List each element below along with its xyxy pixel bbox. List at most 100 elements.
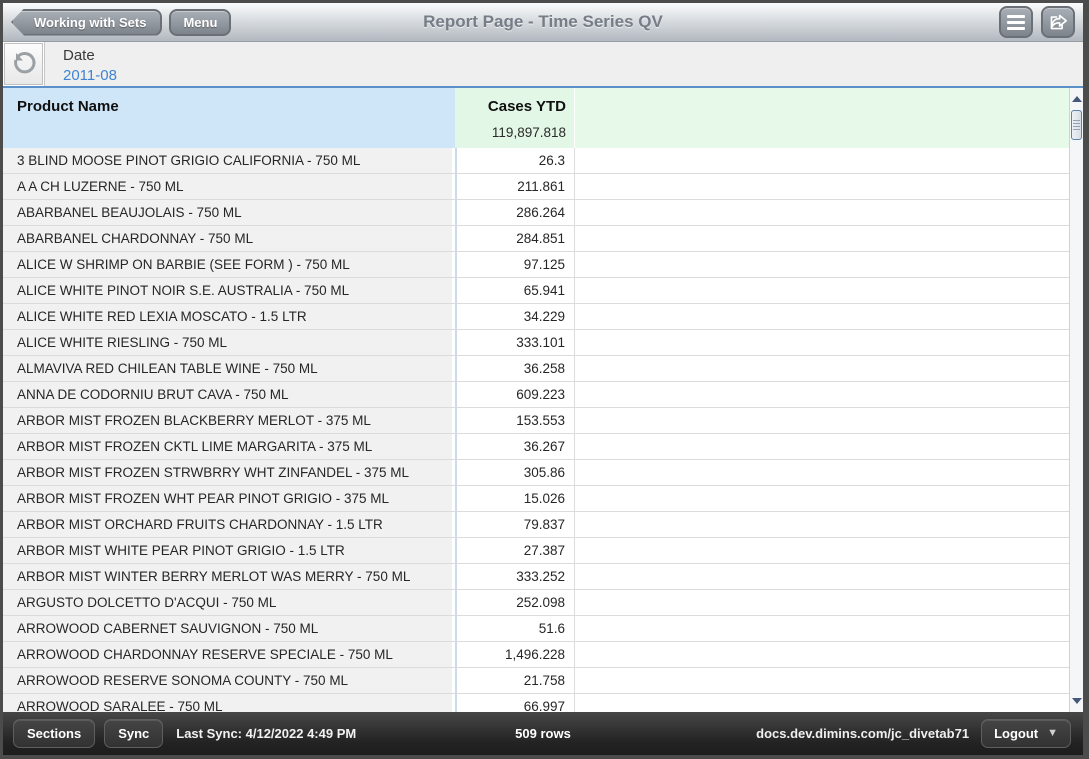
table-row[interactable]: ARROWOOD RESERVE SONOMA COUNTY - 750 ML 2… — [3, 668, 1069, 694]
scroll-up-button[interactable] — [1070, 92, 1083, 106]
product-name-cell: ARBOR MIST ORCHARD FRUITS CHARDONNAY - 1… — [3, 512, 455, 537]
empty-cell — [574, 174, 1069, 199]
table-row[interactable]: ALICE W SHRIMP ON BARBIE (SEE FORM ) - 7… — [3, 252, 1069, 278]
reset-filter-button[interactable] — [3, 42, 45, 86]
empty-cell — [574, 200, 1069, 225]
product-name-cell: ALMAVIVA RED CHILEAN TABLE WINE - 750 ML — [3, 356, 455, 381]
filter-bar: Date 2011-08 — [3, 42, 1083, 88]
share-export-button[interactable] — [1041, 6, 1075, 38]
scrollbar-thumb[interactable] — [1071, 110, 1082, 140]
last-sync-text: Last Sync: 4/12/2022 4:49 PM — [176, 726, 357, 741]
cases-ytd-cell: 21.758 — [455, 668, 574, 693]
date-filter: Date 2011-08 — [45, 42, 117, 86]
sections-button[interactable]: Sections — [13, 719, 96, 748]
product-name-cell: ARBOR MIST WINTER BERRY MERLOT WAS MERRY… — [3, 564, 455, 589]
cases-ytd-cell: 305.86 — [455, 460, 574, 485]
product-name-cell: ARROWOOD CABERNET SAUVIGNON - 750 ML — [3, 616, 455, 641]
table-row[interactable]: ARBOR MIST FROZEN BLACKBERRY MERLOT - 37… — [3, 408, 1069, 434]
menu-button[interactable]: Menu — [169, 8, 232, 36]
table-scroll-area: Product Name Cases YTD 119,897.818 3 BLI… — [3, 88, 1069, 712]
filter-label: Date — [63, 46, 95, 64]
empty-cell — [574, 148, 1069, 173]
product-name-cell: ARROWOOD CHARDONNAY RESERVE SPECIALE - 7… — [3, 642, 455, 667]
cases-ytd-cell: 34.229 — [455, 304, 574, 329]
cases-ytd-cell: 79.837 — [455, 512, 574, 537]
product-name-cell: ARGUSTO DOLCETTO D'ACQUI - 750 ML — [3, 590, 455, 615]
hamburger-menu-button[interactable] — [999, 6, 1033, 38]
cases-ytd-cell: 286.264 — [455, 200, 574, 225]
empty-cell — [574, 434, 1069, 459]
arrow-up-icon — [1071, 96, 1082, 102]
table-row[interactable]: ARROWOOD SARALEE - 750 ML 66.997 — [3, 694, 1069, 712]
empty-cell — [574, 460, 1069, 485]
product-name-cell: ALICE WHITE RIESLING - 750 ML — [3, 330, 455, 355]
table-row[interactable]: ARBOR MIST FROZEN STRWBRRY WHT ZINFANDEL… — [3, 460, 1069, 486]
empty-cell — [574, 486, 1069, 511]
product-name-cell: ARBOR MIST WHITE PEAR PINOT GRIGIO - 1.5… — [3, 538, 455, 563]
product-name-cell: ABARBANEL BEAUJOLAIS - 750 ML — [3, 200, 455, 225]
empty-cell — [574, 382, 1069, 407]
table-row[interactable]: ARROWOOD CHARDONNAY RESERVE SPECIALE - 7… — [3, 642, 1069, 668]
product-name-cell: ARROWOOD SARALEE - 750 ML — [3, 694, 455, 712]
empty-cell — [574, 642, 1069, 667]
table-row[interactable]: ARBOR MIST ORCHARD FRUITS CHARDONNAY - 1… — [3, 512, 1069, 538]
product-name-cell: ALICE W SHRIMP ON BARBIE (SEE FORM ) - 7… — [3, 252, 455, 277]
table-row[interactable]: ALICE WHITE RED LEXIA MOSCATO - 1.5 LTR 3… — [3, 304, 1069, 330]
cases-ytd-label: Cases YTD — [487, 98, 566, 115]
bottom-bar: Sections Sync Last Sync: 4/12/2022 4:49 … — [3, 712, 1083, 755]
empty-cell — [574, 694, 1069, 712]
logout-button[interactable]: Logout ▼ — [981, 719, 1071, 748]
table-row[interactable]: 3 BLIND MOOSE PINOT GRIGIO CALIFORNIA - … — [3, 148, 1069, 174]
column-header-cases-ytd[interactable]: Cases YTD 119,897.818 — [455, 88, 574, 148]
empty-cell — [574, 668, 1069, 693]
cases-ytd-cell: 153.553 — [455, 408, 574, 433]
product-name-cell: ALICE WHITE PINOT NOIR S.E. AUSTRALIA - … — [3, 278, 455, 303]
table-row[interactable]: ABARBANEL BEAUJOLAIS - 750 ML 286.264 — [3, 200, 1069, 226]
scroll-down-button[interactable] — [1070, 694, 1083, 708]
table-row[interactable]: ALICE WHITE RIESLING - 750 ML 333.101 — [3, 330, 1069, 356]
arrow-down-icon — [1071, 698, 1082, 704]
cases-ytd-cell: 65.941 — [455, 278, 574, 303]
table-row[interactable]: ARROWOOD CABERNET SAUVIGNON - 750 ML 51.6 — [3, 616, 1069, 642]
table-row[interactable]: ALICE WHITE PINOT NOIR S.E. AUSTRALIA - … — [3, 278, 1069, 304]
product-name-cell: ARBOR MIST FROZEN STRWBRRY WHT ZINFANDEL… — [3, 460, 455, 485]
empty-cell — [574, 408, 1069, 433]
cases-ytd-cell: 27.387 — [455, 538, 574, 563]
table-row[interactable]: ALMAVIVA RED CHILEAN TABLE WINE - 750 ML… — [3, 356, 1069, 382]
table-row[interactable]: ARBOR MIST WHITE PEAR PINOT GRIGIO - 1.5… — [3, 538, 1069, 564]
cases-ytd-cell: 36.258 — [455, 356, 574, 381]
sync-button[interactable]: Sync — [104, 719, 164, 748]
empty-cell — [574, 252, 1069, 277]
table-row[interactable]: A A CH LUZERNE - 750 ML 211.861 — [3, 174, 1069, 200]
hamburger-icon — [1007, 14, 1025, 30]
table-row[interactable]: ANNA DE CODORNIU BRUT CAVA - 750 ML 609.2… — [3, 382, 1069, 408]
empty-cell — [574, 330, 1069, 355]
page-title: Report Page - Time Series QV — [423, 12, 663, 31]
table-row[interactable]: ABARBANEL CHARDONNAY - 750 ML 284.851 — [3, 226, 1069, 252]
cases-ytd-cell: 66.997 — [455, 694, 574, 712]
cases-ytd-cell: 284.851 — [455, 226, 574, 251]
product-name-cell: ARBOR MIST FROZEN WHT PEAR PINOT GRIGIO … — [3, 486, 455, 511]
column-header-product-name[interactable]: Product Name — [3, 88, 455, 148]
report-table: Product Name Cases YTD 119,897.818 3 BLI… — [3, 88, 1083, 712]
product-name-cell: ARBOR MIST FROZEN CKTL LIME MARGARITA - … — [3, 434, 455, 459]
table-row[interactable]: ARGUSTO DOLCETTO D'ACQUI - 750 ML 252.098 — [3, 590, 1069, 616]
filter-value[interactable]: 2011-08 — [63, 66, 117, 86]
table-row[interactable]: ARBOR MIST FROZEN WHT PEAR PINOT GRIGIO … — [3, 486, 1069, 512]
product-name-cell: A A CH LUZERNE - 750 ML — [3, 174, 455, 199]
product-name-cell: ANNA DE CODORNIU BRUT CAVA - 750 ML — [3, 382, 455, 407]
cases-ytd-cell: 51.6 — [455, 616, 574, 641]
empty-cell — [574, 564, 1069, 589]
table-body: 3 BLIND MOOSE PINOT GRIGIO CALIFORNIA - … — [3, 148, 1069, 712]
header-filler — [574, 88, 1069, 148]
empty-cell — [574, 278, 1069, 303]
empty-cell — [574, 538, 1069, 563]
table-row[interactable]: ARBOR MIST WINTER BERRY MERLOT WAS MERRY… — [3, 564, 1069, 590]
back-button[interactable]: Working with Sets — [11, 8, 163, 36]
empty-cell — [574, 356, 1069, 381]
refresh-reset-icon — [13, 52, 35, 74]
empty-cell — [574, 226, 1069, 251]
table-row[interactable]: ARBOR MIST FROZEN CKTL LIME MARGARITA - … — [3, 434, 1069, 460]
share-export-icon — [1050, 14, 1067, 30]
vertical-scrollbar[interactable] — [1069, 88, 1083, 712]
